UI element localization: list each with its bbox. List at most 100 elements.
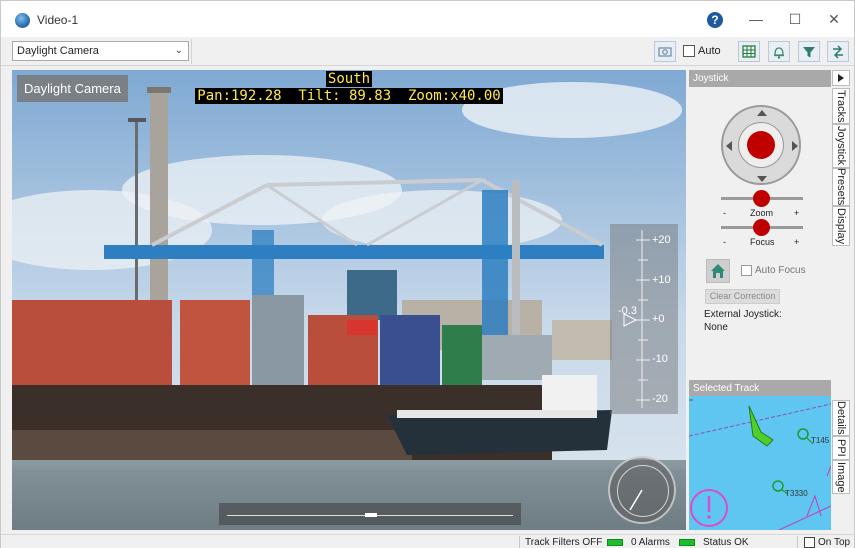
minimize-button[interactable]: — xyxy=(744,9,768,29)
selected-track-map[interactable]: T145 T3330 xyxy=(689,396,831,530)
zoom-label: Zoom xyxy=(750,208,774,218)
focus-plus-label: + xyxy=(794,237,800,247)
heading-text: South xyxy=(325,71,373,87)
on-top-checkbox[interactable] xyxy=(804,537,815,548)
zoom-slider[interactable] xyxy=(721,190,803,207)
focus-slider-knob[interactable] xyxy=(753,219,770,236)
on-top-label: On Top xyxy=(818,537,851,548)
home-button[interactable] xyxy=(706,259,730,283)
track-label: T145 xyxy=(811,436,830,445)
grid-icon xyxy=(742,45,756,58)
tilt-ladder-scale xyxy=(623,230,650,408)
compass-dial xyxy=(608,456,676,524)
tab-display[interactable]: Display xyxy=(832,206,850,246)
toolbar-divider xyxy=(191,39,192,64)
tab-display-label: Display xyxy=(835,207,847,245)
collapse-panel-button[interactable] xyxy=(832,70,850,86)
auto-focus-checkbox[interactable] xyxy=(741,265,752,276)
camera-icon xyxy=(658,47,672,57)
tab-ppi-label: PPI xyxy=(835,439,847,457)
arrow-right-icon[interactable] xyxy=(792,141,798,151)
swap-button[interactable] xyxy=(827,41,849,62)
zoom-minus-label: - xyxy=(723,208,726,218)
zoom-plus-label: + xyxy=(794,208,800,218)
ladder-tick: +20 xyxy=(652,234,671,246)
video-window: Video-1 ? — ☐ ✕ Daylight Camera ⌄ Auto D… xyxy=(0,0,855,548)
tab-tracks[interactable]: Tracks xyxy=(832,88,850,124)
chevron-down-icon: ⌄ xyxy=(174,45,183,56)
alarm-button[interactable] xyxy=(768,41,790,62)
home-icon xyxy=(711,264,725,278)
track-map-chart xyxy=(689,399,831,530)
title-bar: Video-1 ? — ☐ ✕ xyxy=(1,1,854,37)
track-filters-status: Track Filters OFF xyxy=(525,537,603,548)
joystick-knob[interactable] xyxy=(747,131,775,159)
ladder-value: -0.3 xyxy=(618,305,637,317)
track-label: T3330 xyxy=(785,489,808,498)
triangle-right-icon xyxy=(838,74,844,82)
tab-tracks-label: Tracks xyxy=(835,89,847,123)
tab-joystick[interactable]: Joystick xyxy=(832,124,850,168)
funnel-icon xyxy=(803,46,815,57)
zoom-slider-knob[interactable] xyxy=(753,190,770,207)
focus-minus-label: - xyxy=(723,237,726,247)
help-icon[interactable]: ? xyxy=(707,12,723,28)
table-view-button[interactable] xyxy=(738,41,760,62)
telemetry-overlay: Pan:192.28 Tilt: 89.83 Zoom:x40.00 xyxy=(12,88,686,104)
selected-track-header: Selected Track xyxy=(689,380,831,397)
filter-button[interactable] xyxy=(798,41,820,62)
auto-focus-label: Auto Focus xyxy=(755,265,806,276)
swap-arrows-icon xyxy=(833,44,843,59)
side-tab-strip: Tracks Joystick Presets Display Details … xyxy=(831,70,851,530)
camera-select-value: Daylight Camera xyxy=(17,45,99,57)
ptz-joystick[interactable] xyxy=(721,105,801,185)
control-panel: Joystick - Zoom + - Focus + Auto Focus C… xyxy=(689,70,831,530)
clear-correction-button[interactable]: Clear Correction xyxy=(705,289,780,304)
arrow-left-icon[interactable] xyxy=(726,141,732,151)
tab-image-label: Image xyxy=(835,461,847,493)
joystick-panel-header: Joystick xyxy=(689,70,831,87)
tab-joystick-label: Joystick xyxy=(835,126,847,166)
auto-label: Auto xyxy=(698,45,721,57)
external-joystick-label: External Joystick: xyxy=(704,309,782,320)
app-globe-icon xyxy=(15,13,30,28)
close-button[interactable]: ✕ xyxy=(822,9,846,29)
external-joystick-value: None xyxy=(704,322,728,333)
tilt-ladder: +20 +10 +0 -10 -20 -0.3 xyxy=(610,224,678,414)
compass-needle-icon xyxy=(629,489,643,511)
ladder-tick: +10 xyxy=(652,274,671,286)
tab-presets-label: Presets xyxy=(835,168,847,206)
tab-ppi[interactable]: PPI xyxy=(832,436,850,460)
status-divider xyxy=(519,536,520,548)
tab-details[interactable]: Details xyxy=(832,400,850,436)
window-title: Video-1 xyxy=(37,13,79,27)
scrubber-knob[interactable] xyxy=(365,513,377,517)
toolbar: Daylight Camera ⌄ Auto xyxy=(1,37,854,66)
system-status-led xyxy=(679,539,695,546)
ladder-tick: -20 xyxy=(652,393,668,405)
focus-label: Focus xyxy=(750,237,775,247)
alarm-status-led xyxy=(607,539,623,546)
arrow-down-icon[interactable] xyxy=(757,176,767,182)
camera-video-view[interactable]: Daylight Camera South Pan:192.28 Tilt: 8… xyxy=(12,70,686,530)
heading-overlay: South xyxy=(12,71,686,87)
maximize-button[interactable]: ☐ xyxy=(783,9,807,29)
arrow-up-icon[interactable] xyxy=(757,110,767,116)
ladder-tick: +0 xyxy=(652,313,665,325)
harbor-scene-image xyxy=(12,70,686,530)
status-bar: Track Filters OFF 0 Alarms Status OK On … xyxy=(1,534,854,548)
tab-details-label: Details xyxy=(835,401,847,435)
telemetry-text: Pan:192.28 Tilt: 89.83 Zoom:x40.00 xyxy=(195,88,503,104)
playback-scrubber[interactable] xyxy=(219,503,521,525)
status-divider xyxy=(797,536,798,548)
snapshot-button[interactable] xyxy=(654,41,676,62)
ladder-tick: -10 xyxy=(652,353,668,365)
tab-image[interactable]: Image xyxy=(832,460,850,494)
camera-select[interactable]: Daylight Camera ⌄ xyxy=(12,41,189,61)
bell-icon xyxy=(774,46,784,59)
tab-presets[interactable]: Presets xyxy=(832,168,850,206)
auto-checkbox[interactable] xyxy=(683,45,695,57)
focus-slider[interactable] xyxy=(721,219,803,236)
joystick-ring xyxy=(738,122,784,168)
system-status: Status OK xyxy=(703,537,749,548)
